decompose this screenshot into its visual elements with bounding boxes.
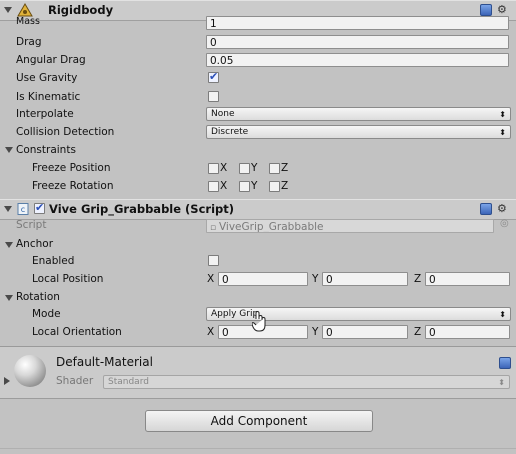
collapse-arrow-icon[interactable] [4,206,12,212]
add-component-label: Add Component [210,414,308,428]
material-preview-sphere [14,355,46,387]
grabbable-enabled-checkbox[interactable] [34,201,45,214]
freeze-position-y-label: Y [251,162,258,174]
local-position-z-label: Z [414,273,422,285]
collision-detection-label: Collision Detection [16,126,115,138]
local-position-label: Local Position [32,273,104,285]
local-orientation-y-field[interactable]: 0 [322,325,408,339]
collision-detection-dropdown[interactable]: Discrete ⬍ [206,125,511,139]
script-field: ▫ ViveGrip_Grabbable [206,219,494,233]
local-position-x-label: X [207,273,215,285]
script-value: ViveGrip_Grabbable [218,221,324,233]
local-orientation-x-label: X [207,326,215,338]
dropdown-arrow-icon: ⬍ [499,128,506,137]
interpolate-value: None [211,109,235,119]
dropdown-arrow-icon: ⬍ [498,378,505,387]
freeze-rotation-y-label: Y [251,180,258,192]
mass-field[interactable]: 1 [206,16,509,30]
bottom-divider [0,448,516,449]
rotation-label[interactable]: Rotation [16,289,60,305]
help-book-icon[interactable] [499,357,511,369]
mouse-cursor-icon [252,311,266,332]
gear-icon[interactable]: ⚙ [497,202,507,215]
drag-field[interactable]: 0 [206,35,509,49]
script-file-icon: ▫ [210,223,219,233]
dropdown-arrow-icon: ⬍ [499,310,506,319]
is-kinematic-label: Is Kinematic [16,91,81,103]
svg-text:c: c [21,205,25,214]
local-orientation-z-field[interactable]: 0 [425,325,510,339]
is-kinematic-checkbox[interactable] [208,91,219,102]
anchor-enabled-checkbox[interactable] [208,255,219,266]
freeze-rotation-x-checkbox[interactable] [208,181,219,192]
shader-value: Standard [108,377,149,387]
use-gravity-checkbox[interactable] [208,70,219,83]
material-section: Default-Material Shader Standard ⬍ [0,347,516,399]
enabled-label: Enabled [32,255,75,267]
mass-label: Mass [16,16,40,27]
drag-label: Drag [16,36,42,48]
help-book-icon[interactable] [480,203,492,215]
constraints-label[interactable]: Constraints [16,142,76,158]
grabbable-title: Vive Grip_Grabbable (Script) [49,202,234,216]
freeze-rotation-z-label: Z [281,180,289,192]
local-orientation-z-label: Z [414,326,422,338]
freeze-position-x-label: X [220,162,228,174]
add-component-button[interactable]: Add Component [145,410,373,432]
material-foldout-icon[interactable] [4,377,10,385]
collapse-arrow-icon[interactable] [4,7,12,13]
material-name: Default-Material [56,355,153,369]
script-icon: c [17,203,29,215]
freeze-rotation-z-checkbox[interactable] [269,181,280,192]
local-orientation-label: Local Orientation [32,326,122,338]
anchor-label[interactable]: Anchor [16,236,53,252]
freeze-rotation-x-label: X [220,180,228,192]
help-book-icon[interactable] [480,4,492,16]
object-picker-icon[interactable]: ◎ [500,218,509,229]
angular-drag-field[interactable]: 0.05 [206,53,509,67]
collision-detection-value: Discrete [211,127,249,137]
rotation-foldout-icon[interactable] [5,295,13,301]
freeze-position-x-checkbox[interactable] [208,163,219,174]
freeze-rotation-label: Freeze Rotation [32,180,114,192]
freeze-position-label: Freeze Position [32,162,111,174]
mode-label: Mode [32,308,61,320]
anchor-foldout-icon[interactable] [5,242,13,248]
script-label: Script [16,219,47,231]
local-position-y-field[interactable]: 0 [322,272,408,286]
local-position-x-field[interactable]: 0 [218,272,308,286]
freeze-position-z-label: Z [281,162,289,174]
dropdown-arrow-icon: ⬍ [499,110,506,119]
interpolate-dropdown[interactable]: None ⬍ [206,107,511,121]
gear-icon[interactable]: ⚙ [497,3,507,16]
shader-dropdown[interactable]: Standard ⬍ [103,375,510,389]
shader-label: Shader [56,375,94,387]
local-position-y-label: Y [312,273,319,285]
constraints-foldout-icon[interactable] [5,147,13,153]
freeze-position-z-checkbox[interactable] [269,163,280,174]
rigidbody-title: Rigidbody [48,3,114,17]
local-position-z-field[interactable]: 0 [425,272,510,286]
freeze-rotation-y-checkbox[interactable] [239,181,250,192]
grabbable-header[interactable]: c Vive Grip_Grabbable (Script) ⚙ [0,199,516,220]
angular-drag-label: Angular Drag [16,54,86,66]
local-orientation-y-label: Y [312,326,319,338]
freeze-position-y-checkbox[interactable] [239,163,250,174]
interpolate-label: Interpolate [16,108,74,120]
use-gravity-label: Use Gravity [16,72,78,84]
